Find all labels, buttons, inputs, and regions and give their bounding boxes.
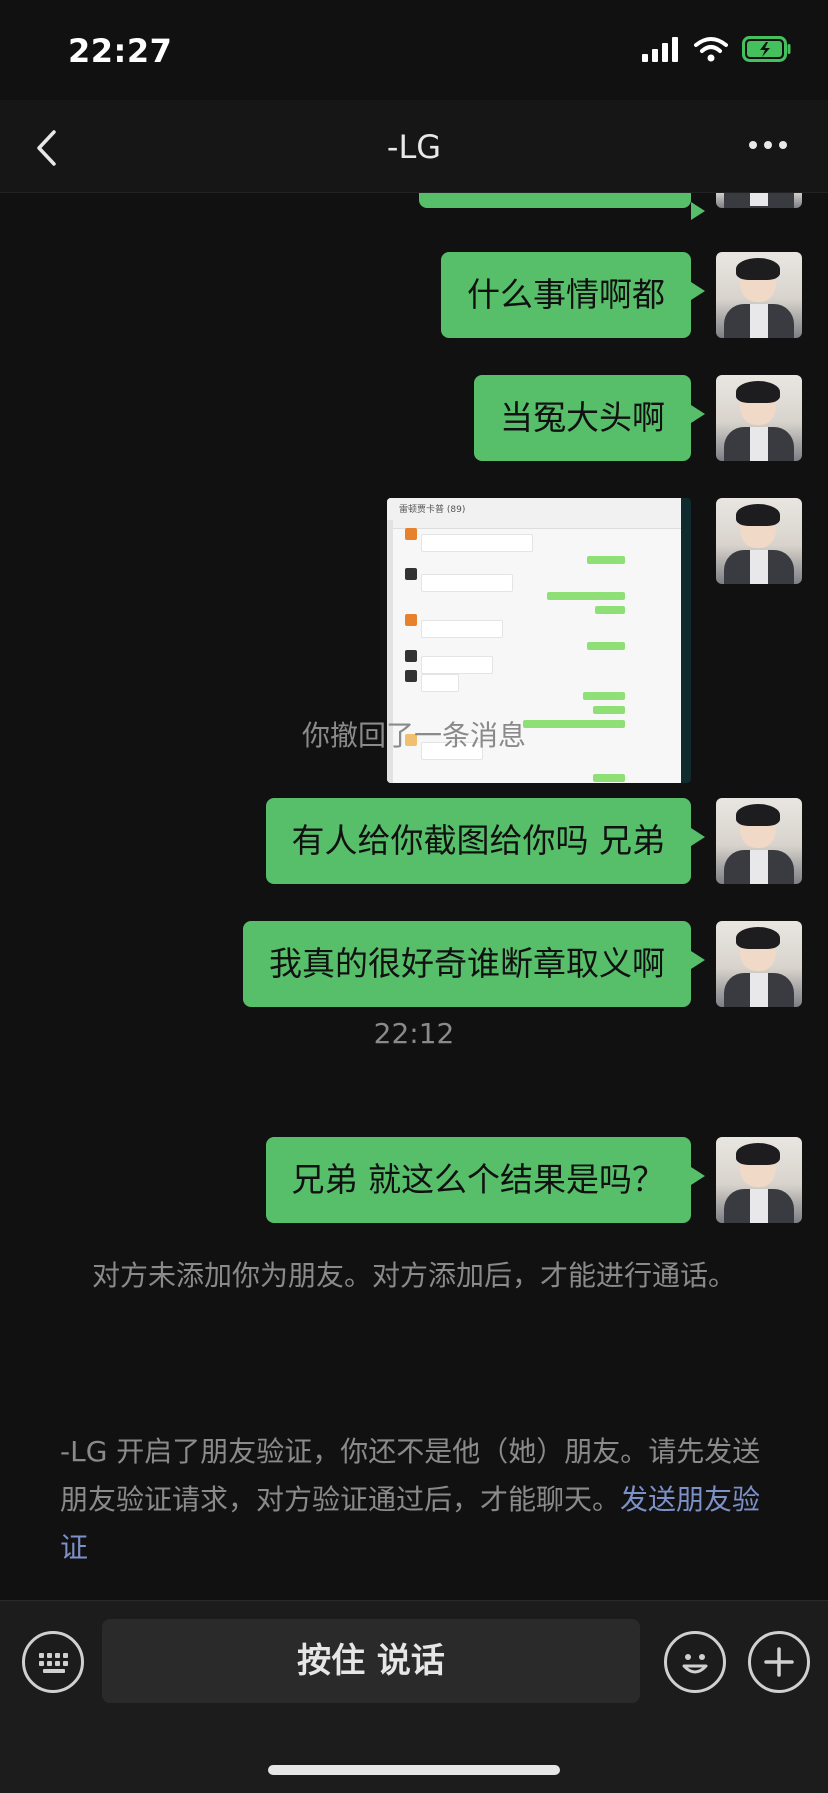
wifi-icon bbox=[694, 37, 728, 62]
avatar[interactable] bbox=[716, 375, 802, 461]
recall-notice: 你撤回了一条消息 bbox=[301, 719, 526, 752]
message-row: 当冤大头啊 bbox=[474, 375, 802, 461]
home-indicator bbox=[268, 1765, 560, 1775]
timestamp: 22:12 bbox=[373, 1017, 455, 1050]
message-row bbox=[419, 192, 802, 220]
avatar[interactable] bbox=[716, 1137, 802, 1223]
message-list[interactable]: 什么事情啊都 当冤大头啊 雷顿贾卡普 (89) 你撤回了一条消息 有人给你截图给… bbox=[0, 192, 828, 1600]
chat-header: -LG bbox=[0, 100, 828, 193]
status-time: 22:27 bbox=[68, 32, 173, 70]
message-bubble[interactable]: 兄弟 就这么个结果是吗？ bbox=[265, 1137, 705, 1223]
message-row: 兄弟 就这么个结果是吗？ bbox=[265, 1137, 802, 1223]
status-icons bbox=[642, 36, 792, 62]
avatar[interactable] bbox=[716, 192, 802, 208]
message-bubble[interactable] bbox=[419, 192, 705, 220]
avatar[interactable] bbox=[716, 798, 802, 884]
call-unavailable-notice: 对方未添加你为朋友。对方添加后，才能进行通话。 bbox=[91, 1259, 736, 1292]
message-row: 什么事情啊都 bbox=[441, 252, 802, 338]
message-bubble[interactable]: 什么事情啊都 bbox=[441, 252, 705, 338]
screenshot-title: 雷顿贾卡普 (89) bbox=[387, 498, 681, 529]
input-bar: 按住 说话 bbox=[0, 1600, 828, 1793]
more-icon[interactable] bbox=[748, 140, 788, 150]
chat-title: -LG bbox=[386, 128, 442, 166]
message-row: 我真的很好奇谁断章取义啊 bbox=[243, 921, 802, 1007]
avatar[interactable] bbox=[716, 252, 802, 338]
message-row: 有人给你截图给你吗 兄弟 bbox=[265, 798, 802, 884]
avatar[interactable] bbox=[716, 921, 802, 1007]
avatar[interactable] bbox=[716, 498, 802, 584]
emoji-icon bbox=[682, 1654, 708, 1674]
more-functions-button[interactable] bbox=[748, 1631, 810, 1693]
plus-icon bbox=[764, 1647, 794, 1677]
message-bubble[interactable]: 有人给你截图给你吗 兄弟 bbox=[265, 798, 705, 884]
friend-verify-notice: -LG 开启了朋友验证，你还不是他（她）朋友。请先发送朋友验证请求，对方验证通过… bbox=[60, 1428, 768, 1572]
message-bubble[interactable]: 我真的很好奇谁断章取义啊 bbox=[243, 921, 705, 1007]
message-bubble[interactable]: 当冤大头啊 bbox=[474, 375, 705, 461]
battery-icon bbox=[742, 36, 791, 62]
emoji-button[interactable] bbox=[664, 1631, 726, 1693]
status-bar: 22:27 bbox=[0, 0, 828, 100]
keyboard-icon bbox=[39, 1653, 68, 1673]
keyboard-button[interactable] bbox=[22, 1631, 84, 1693]
hold-to-talk-button[interactable]: 按住 说话 bbox=[102, 1619, 640, 1703]
signal-icon bbox=[642, 37, 678, 62]
